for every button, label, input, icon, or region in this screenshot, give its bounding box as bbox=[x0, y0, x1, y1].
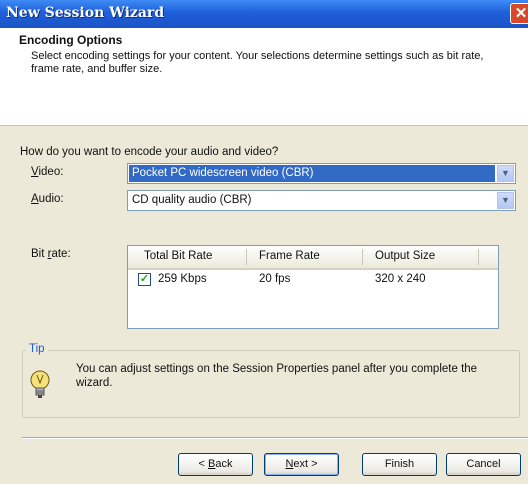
wizard-window: New Session Wizard ✕ Encoding Options Se… bbox=[0, 0, 528, 484]
video-label: Video: bbox=[31, 166, 64, 178]
page-title: Encoding Options bbox=[19, 33, 123, 47]
column-divider bbox=[246, 249, 247, 265]
bitrate-list[interactable]: Total Bit Rate Frame Rate Output Size ✓ … bbox=[127, 245, 499, 329]
column-divider bbox=[362, 249, 363, 265]
bitrate-label: Bit rate: bbox=[31, 248, 71, 260]
cancel-button[interactable]: Cancel bbox=[446, 453, 521, 476]
column-header-frame-rate[interactable]: Frame Rate bbox=[259, 250, 320, 262]
cell-frame-rate: 20 fps bbox=[259, 273, 291, 285]
close-icon[interactable]: ✕ bbox=[510, 3, 528, 24]
chevron-down-icon[interactable]: ▼ bbox=[497, 192, 514, 209]
audio-select[interactable]: CD quality audio (CBR) ▼ bbox=[127, 190, 516, 211]
tip-label: Tip bbox=[26, 343, 48, 355]
lightbulb-icon bbox=[30, 370, 50, 398]
page-description: Select encoding settings for your conten… bbox=[31, 50, 484, 75]
tip-text: You can adjust settings on the Session P… bbox=[76, 363, 478, 389]
chevron-down-icon[interactable]: ▼ bbox=[497, 165, 514, 182]
back-button[interactable]: < Back bbox=[178, 453, 253, 476]
video-select-value: Pocket PC widescreen video (CBR) bbox=[129, 165, 495, 182]
column-header-total-bit-rate[interactable]: Total Bit Rate bbox=[144, 250, 212, 262]
column-divider bbox=[478, 249, 479, 265]
window-title: New Session Wizard bbox=[6, 5, 165, 21]
audio-label: Audio: bbox=[31, 193, 64, 205]
column-header-output-size[interactable]: Output Size bbox=[375, 250, 435, 262]
button-separator bbox=[22, 437, 528, 439]
encode-question: How do you want to encode your audio and… bbox=[20, 146, 279, 158]
cell-total-bit-rate: 259 Kbps bbox=[158, 273, 207, 285]
finish-button[interactable]: Finish bbox=[362, 453, 437, 476]
row-checkbox[interactable]: ✓ bbox=[138, 273, 151, 286]
title-bar[interactable]: New Session Wizard ✕ bbox=[0, 0, 528, 28]
bitrate-list-header: Total Bit Rate Frame Rate Output Size bbox=[128, 246, 498, 270]
next-button[interactable]: Next > bbox=[264, 453, 339, 476]
video-select[interactable]: Pocket PC widescreen video (CBR) ▼ bbox=[127, 163, 516, 184]
cell-output-size: 320 x 240 bbox=[375, 273, 426, 285]
audio-select-value: CD quality audio (CBR) bbox=[132, 194, 252, 206]
